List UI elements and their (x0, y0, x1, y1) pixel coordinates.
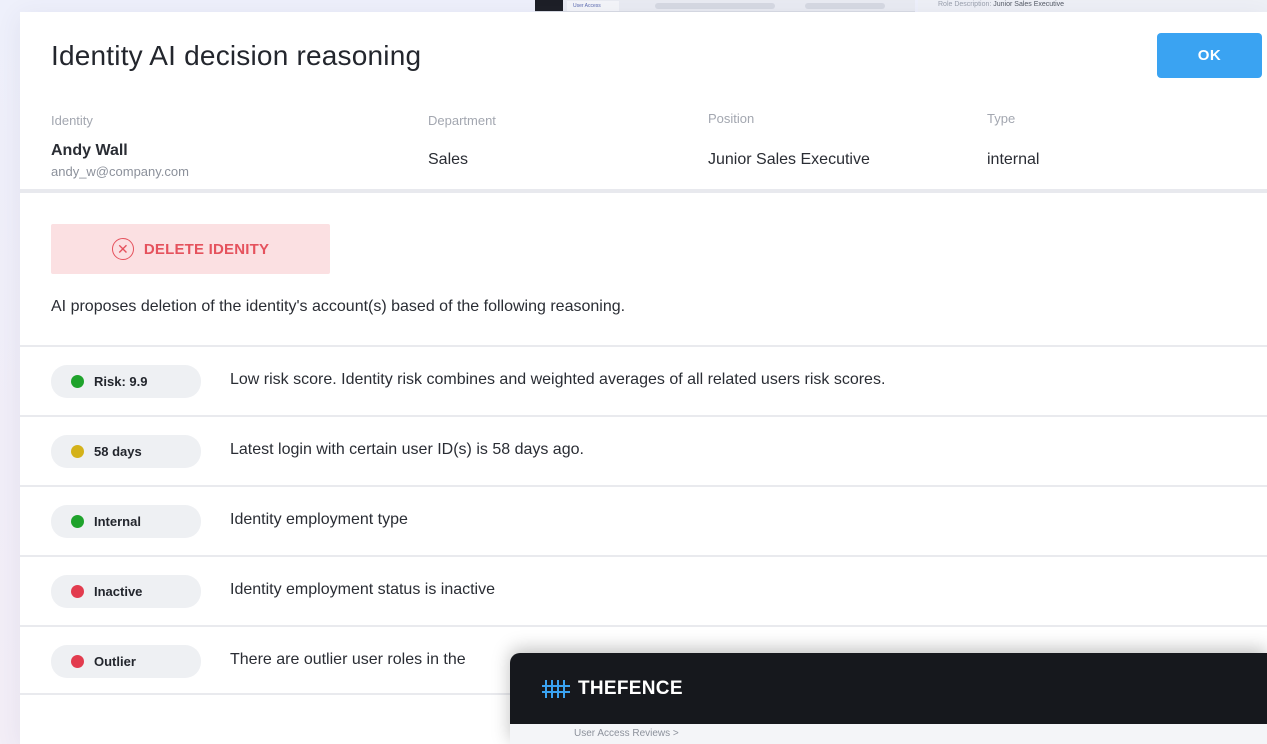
overlay-app-window: THEFENCE User Access Reviews > (510, 653, 1267, 744)
status-dot-icon (71, 515, 84, 528)
fence-logo-icon (542, 679, 570, 698)
identity-email: andy_w@company.com (51, 164, 189, 179)
reason-description: Low risk score. Identity risk combines a… (230, 371, 886, 388)
status-dot-icon (71, 375, 84, 388)
ai-reasoning-dialog: Identity AI decision reasoning OK Identi… (20, 12, 1267, 744)
reason-description: Latest login with certain user ID(s) is … (230, 441, 584, 458)
status-dot-icon (71, 445, 84, 458)
employment-status-badge: Inactive (51, 575, 201, 608)
background-window-right: Role Description: Junior Sales Executive (918, 0, 1267, 12)
background-role-label: Role Description: (938, 1, 992, 8)
badge-label: 58 days (94, 444, 142, 459)
x-circle-icon: ✕ (111, 238, 134, 260)
dialog-title: Identity AI decision reasoning (51, 40, 422, 71)
background-field (655, 3, 775, 9)
status-dot-icon (71, 585, 84, 598)
reason-description: Identity employment status is inactive (230, 581, 496, 598)
department-label: Department (428, 113, 496, 128)
identity-label: Identity (51, 113, 93, 128)
ok-button[interactable]: OK (1157, 33, 1262, 78)
background-field (805, 3, 885, 9)
background-role-value: Junior Sales Executive (993, 1, 1065, 8)
department-value: Sales (428, 151, 469, 168)
header-divider (20, 189, 1267, 193)
reason-description: Identity employment type (230, 511, 408, 528)
reason-row: Internal Identity employment type (20, 485, 1267, 555)
risk-badge: Risk: 9.9 (51, 365, 201, 398)
reason-row: 58 days Latest login with certain user I… (20, 415, 1267, 485)
delete-identity-label: DELETE IDENITY (143, 240, 270, 258)
type-label: Type (987, 111, 1016, 126)
brand-name: THEFENCE (578, 677, 683, 699)
ai-summary: AI proposes deletion of the identity's a… (51, 298, 626, 315)
type-value: internal (987, 151, 1040, 168)
position-value: Junior Sales Executive (708, 151, 870, 168)
reason-row: Inactive Identity employment status is i… (20, 555, 1267, 625)
breadcrumb[interactable]: User Access Reviews > (510, 724, 1267, 744)
employment-type-badge: Internal (51, 505, 201, 538)
badge-label: Outlier (94, 654, 136, 669)
reason-description: There are outlier user roles in the (230, 651, 466, 668)
reason-list: Risk: 9.9 Low risk score. Identity risk … (20, 345, 1267, 695)
badge-label: Internal (94, 514, 141, 529)
position-label: Position (708, 111, 755, 126)
background-window: User Access (535, 0, 915, 12)
status-dot-icon (71, 655, 84, 668)
login-age-badge: 58 days (51, 435, 201, 468)
reason-row: Risk: 9.9 Low risk score. Identity risk … (20, 345, 1267, 415)
badge-label: Inactive (94, 584, 143, 599)
background-tab: User Access (567, 1, 619, 11)
delete-identity-button[interactable]: ✕ DELETE IDENITY (51, 224, 330, 274)
identity-name: Andy Wall (51, 142, 128, 159)
badge-label: Risk: 9.9 (94, 374, 148, 389)
overlay-header: THEFENCE (510, 653, 1267, 724)
outlier-badge: Outlier (51, 645, 201, 678)
background-window-edge (535, 0, 563, 11)
